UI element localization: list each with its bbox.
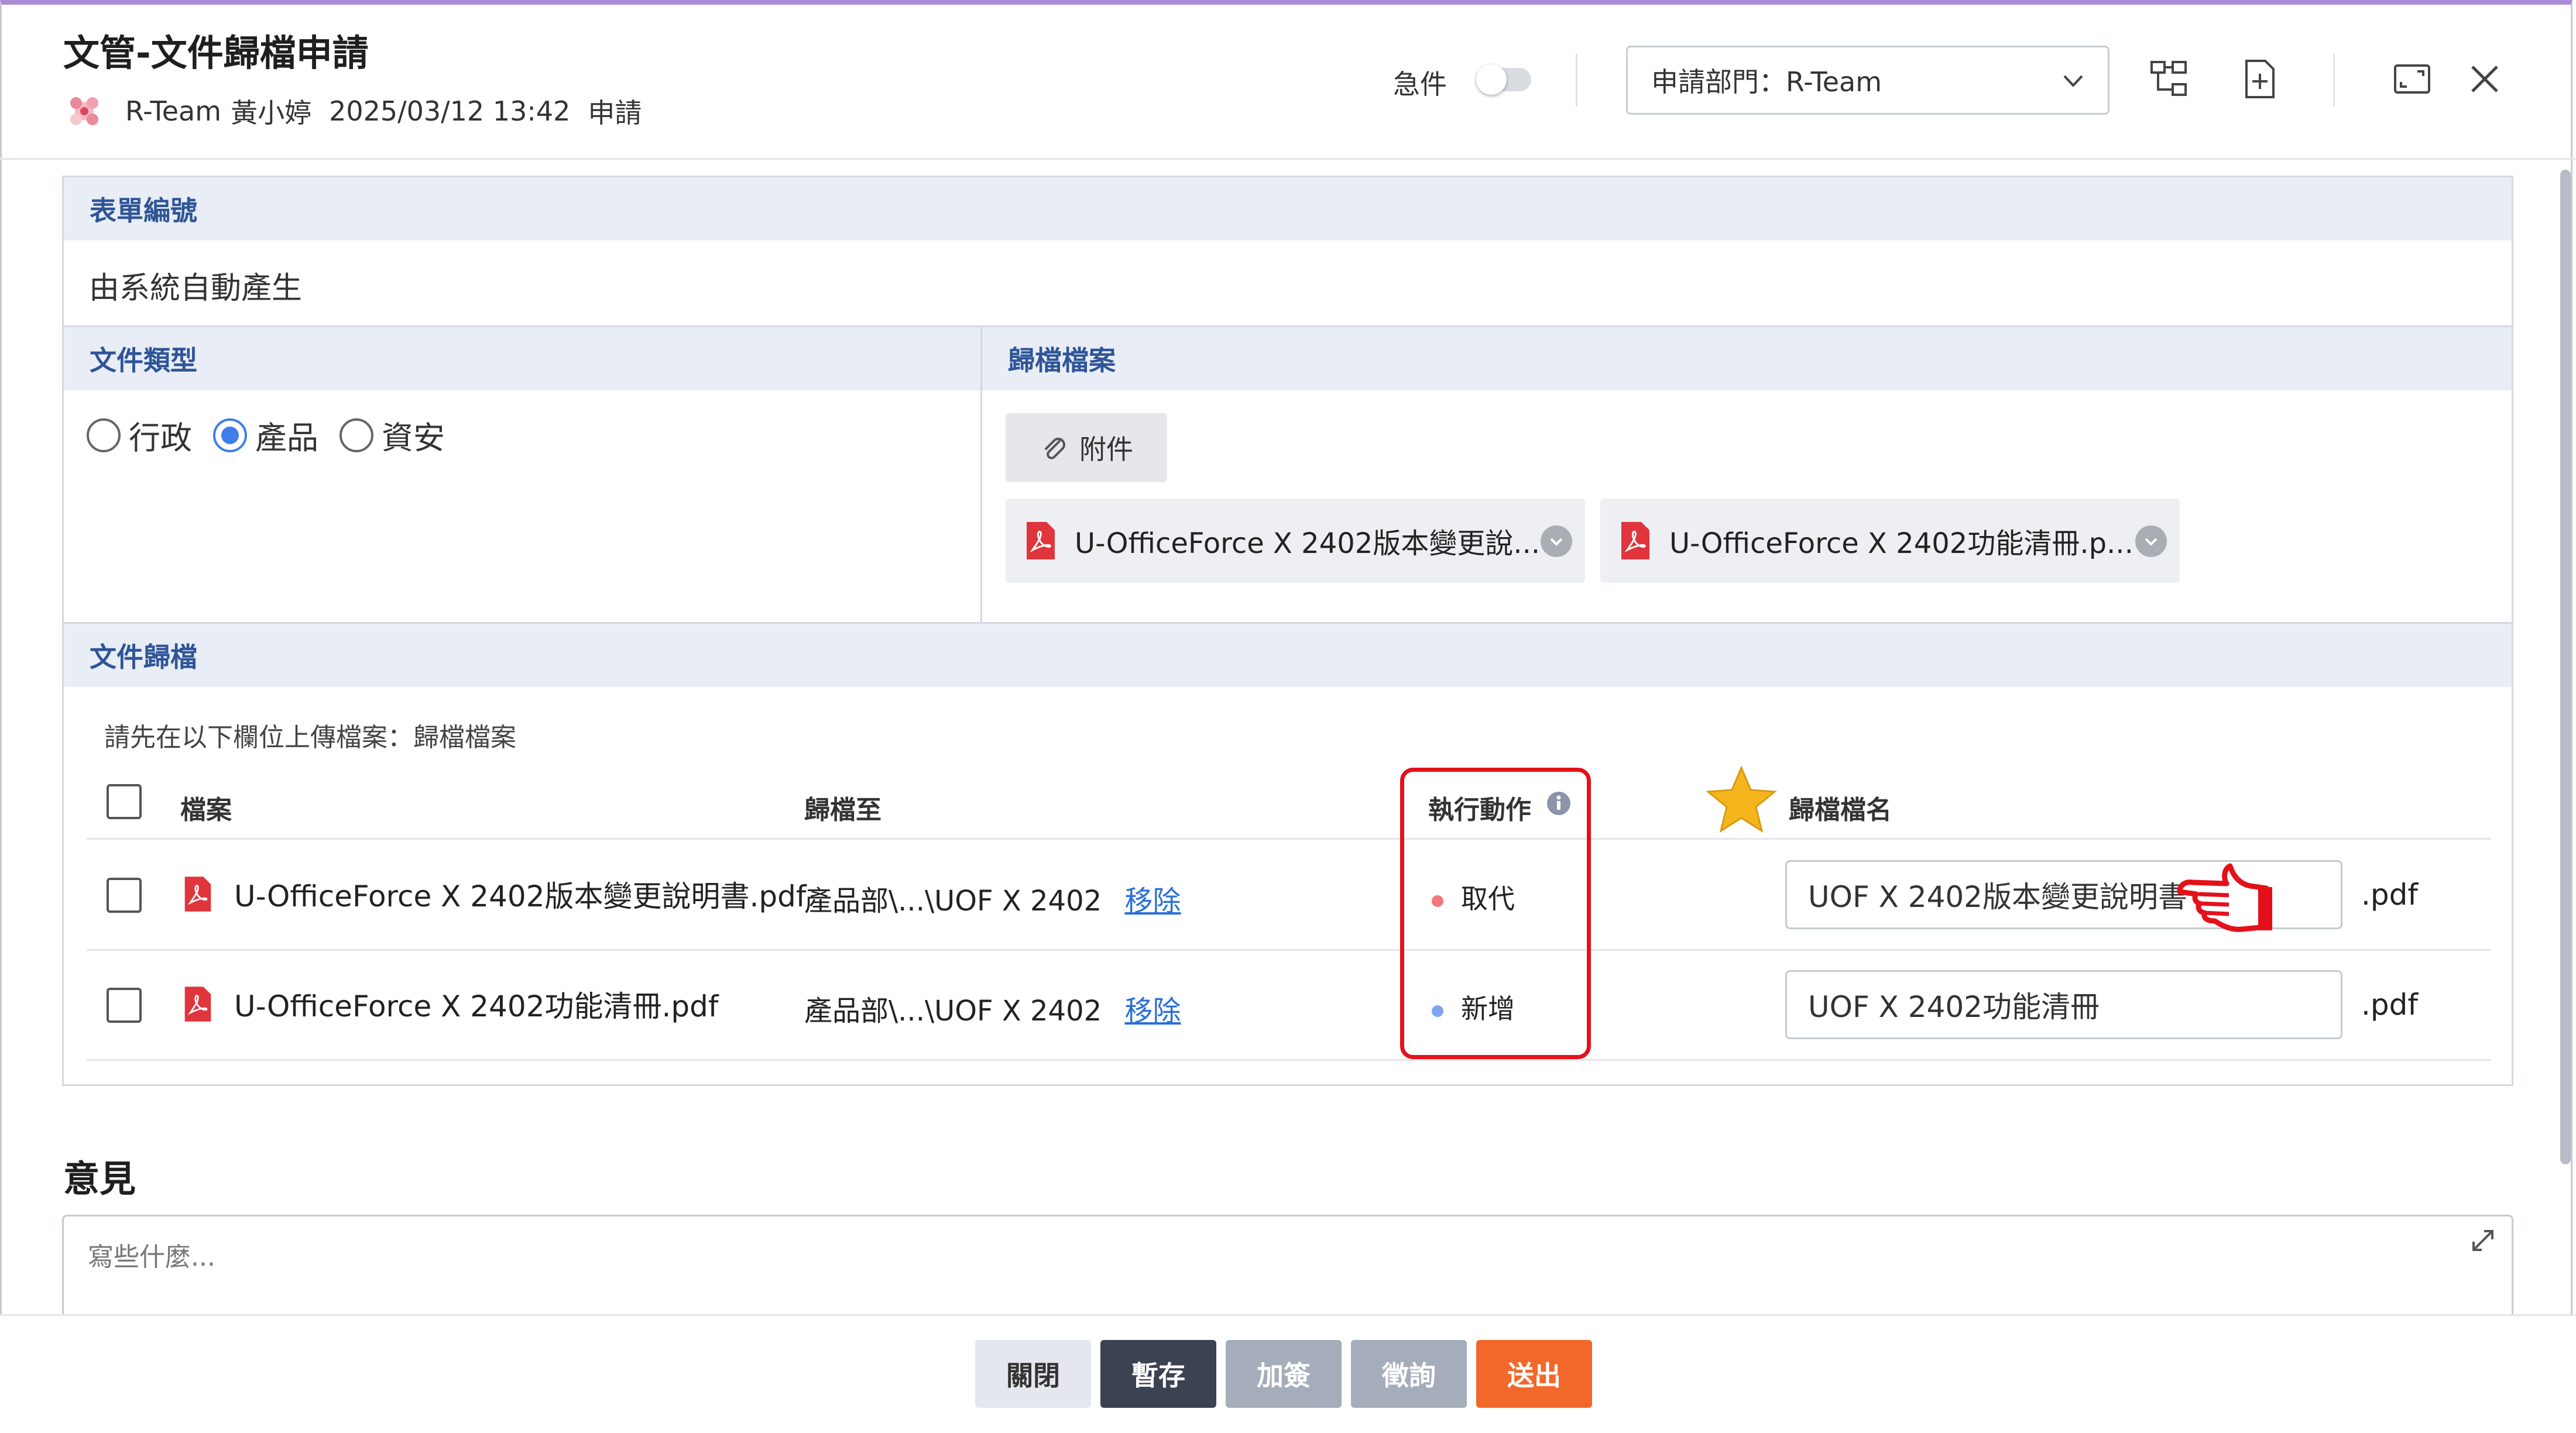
opinion-placeholder: 寫些什麼... bbox=[88, 1242, 215, 1272]
save-draft-button[interactable]: 暫存 bbox=[1100, 1340, 1216, 1408]
radio-security[interactable] bbox=[339, 418, 373, 452]
archive-name-value: UOF X 2402功能清冊 bbox=[1808, 990, 2100, 1024]
file-name: U-OfficeForce X 2402版本變更說明書.pdf bbox=[234, 879, 807, 913]
urgent-toggle[interactable] bbox=[1476, 64, 1531, 95]
page-title: 文管-文件歸檔申請 bbox=[63, 32, 369, 74]
radio-security-label: 資安 bbox=[382, 420, 445, 456]
destination-path: 產品部\...\UOF X 2402 bbox=[804, 995, 1102, 1028]
doc-archive-label: 文件歸檔 bbox=[90, 641, 197, 673]
opinion-title: 意見 bbox=[63, 1157, 136, 1200]
scrollbar-thumb[interactable] bbox=[2560, 170, 2571, 1164]
remove-link[interactable]: 移除 bbox=[1124, 885, 1181, 917]
remove-file-icon[interactable] bbox=[2135, 525, 2167, 557]
attached-file-chip[interactable]: U-OfficeForce X 2402功能清冊.p... bbox=[1600, 499, 2180, 583]
pdf-icon bbox=[184, 987, 211, 1022]
doc-type-radio-group: 行政 產品 資安 bbox=[87, 412, 466, 458]
column-header-destination: 歸檔至 bbox=[804, 795, 881, 825]
doc-type-label: 文件類型 bbox=[90, 345, 197, 376]
attach-button-label: 附件 bbox=[1079, 434, 1133, 465]
column-header-archive-name: 歸檔檔名 bbox=[1789, 795, 1892, 825]
doc-type-header: 文件類型 bbox=[64, 327, 980, 390]
row-checkbox[interactable] bbox=[107, 878, 142, 913]
attached-file-chip[interactable]: U-OfficeForce X 2402版本變更說... bbox=[1006, 499, 1585, 583]
row-checkbox[interactable] bbox=[107, 988, 142, 1023]
form-number-header: 表單編號 bbox=[64, 177, 2512, 240]
divider bbox=[87, 838, 2491, 840]
table-row-file: U-OfficeForce X 2402功能清冊.pdf bbox=[183, 983, 719, 1025]
add-document-icon[interactable] bbox=[2239, 59, 2280, 99]
archive-files-label: 歸檔檔案 bbox=[1008, 345, 1116, 376]
destination-path: 產品部\...\UOF X 2402 bbox=[804, 885, 1102, 917]
radio-product-label: 產品 bbox=[255, 420, 318, 456]
department-select-value: 申請部門：R-Team bbox=[1651, 66, 1882, 98]
select-all-checkbox[interactable] bbox=[107, 784, 142, 819]
table-row-file: U-OfficeForce X 2402版本變更說明書.pdf bbox=[183, 873, 807, 915]
applicant-info: R-Team 黃小婷 2025/03/12 13:42 申請 bbox=[63, 91, 659, 132]
apply-action: 申請 bbox=[588, 97, 642, 129]
radio-admin-label: 行政 bbox=[129, 420, 192, 456]
chevron-down-icon bbox=[2063, 75, 2083, 87]
add-signer-button[interactable]: 加簽 bbox=[1226, 1340, 1342, 1408]
dialog-header: 文管-文件歸檔申請 R-Team 黃小婷 2025/03/12 13:42 申請… bbox=[0, 0, 2576, 160]
form-number-value: 由系統自動產生 bbox=[89, 271, 303, 306]
maximize-icon[interactable] bbox=[2392, 59, 2433, 99]
upload-hint: 請先在以下欄位上傳檔案：歸檔檔案 bbox=[104, 723, 516, 752]
form-number-label: 表單編號 bbox=[90, 195, 197, 226]
consult-button[interactable]: 徵詢 bbox=[1351, 1340, 1467, 1408]
file-extension: .pdf bbox=[2361, 988, 2418, 1022]
submit-button[interactable]: 送出 bbox=[1476, 1340, 1592, 1408]
attached-file-name: U-OfficeForce X 2402版本變更說... bbox=[1075, 527, 1541, 560]
pointing-hand-icon bbox=[2177, 863, 2272, 932]
divider bbox=[1576, 54, 1577, 106]
table-row-destination: 產品部\...\UOF X 2402 移除 bbox=[804, 878, 1181, 919]
apply-datetime: 2025/03/12 13:42 bbox=[329, 95, 571, 127]
divider bbox=[2333, 54, 2335, 106]
doc-archive-header: 文件歸檔 bbox=[64, 624, 2512, 687]
action-column-highlight bbox=[1400, 768, 1591, 1059]
archive-name-input[interactable]: UOF X 2402功能清冊 bbox=[1785, 970, 2342, 1039]
paperclip-icon bbox=[1045, 438, 1065, 459]
star-icon bbox=[1706, 765, 1777, 833]
remove-link[interactable]: 移除 bbox=[1124, 995, 1181, 1028]
divider bbox=[87, 1059, 2491, 1061]
department-select[interactable]: 申請部門：R-Team bbox=[1626, 46, 2109, 115]
avatar bbox=[63, 90, 105, 132]
pdf-icon bbox=[184, 877, 211, 912]
pdf-icon bbox=[1621, 522, 1649, 559]
flowchart-icon[interactable] bbox=[2149, 59, 2190, 99]
user-name: 黃小婷 bbox=[231, 97, 312, 129]
radio-admin[interactable] bbox=[87, 418, 121, 452]
archive-files-header: 歸檔檔案 bbox=[982, 327, 2512, 390]
column-header-file: 檔案 bbox=[180, 795, 232, 825]
remove-file-icon[interactable] bbox=[1541, 525, 1572, 557]
team-name: R-Team bbox=[125, 95, 222, 127]
close-icon[interactable] bbox=[2464, 59, 2505, 99]
file-extension: .pdf bbox=[2361, 878, 2418, 912]
pdf-icon bbox=[1027, 522, 1055, 559]
attached-file-name: U-OfficeForce X 2402功能清冊.p... bbox=[1669, 527, 2133, 560]
radio-product[interactable] bbox=[213, 418, 247, 452]
urgent-label: 急件 bbox=[1393, 68, 1447, 100]
expand-icon[interactable] bbox=[2469, 1226, 2497, 1255]
archive-name-value: UOF X 2402版本變更說明書 bbox=[1808, 880, 2187, 914]
file-name: U-OfficeForce X 2402功能清冊.pdf bbox=[234, 989, 719, 1023]
close-button[interactable]: 關閉 bbox=[975, 1340, 1091, 1408]
table-row-destination: 產品部\...\UOF X 2402 移除 bbox=[804, 988, 1181, 1029]
attach-button[interactable]: 附件 bbox=[1006, 413, 1167, 482]
divider bbox=[87, 949, 2491, 951]
